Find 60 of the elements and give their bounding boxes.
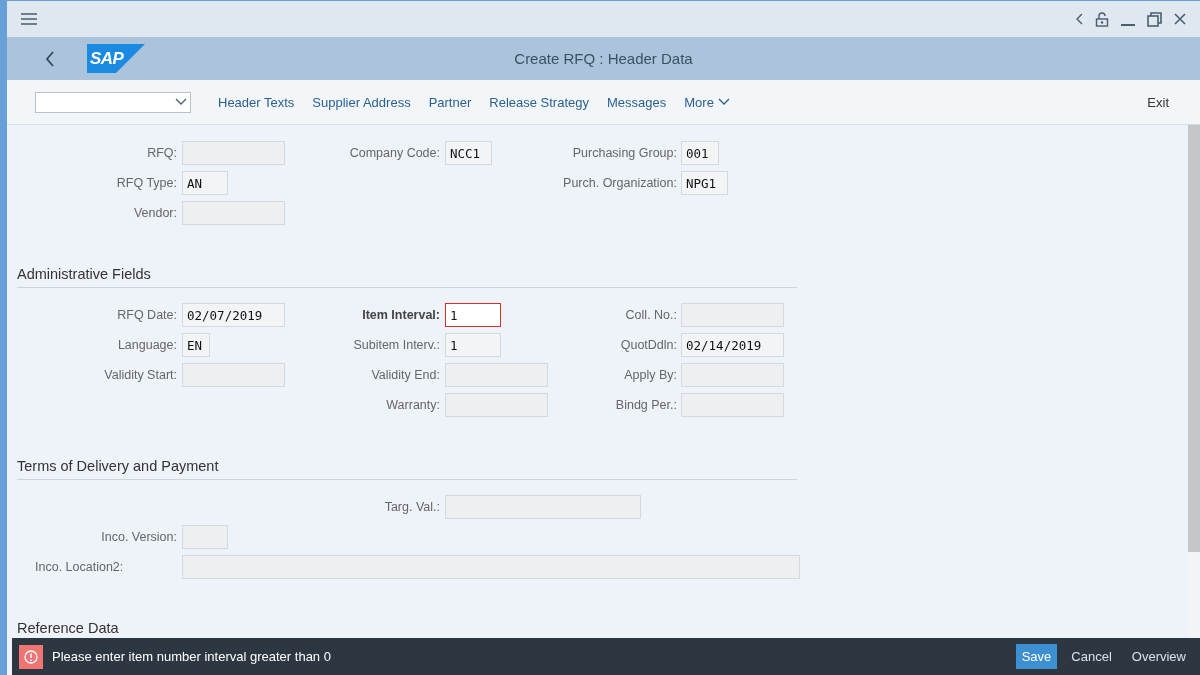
error-message: Please enter item number interval greater than 0 [52,649,331,664]
field-label: Purch. Organization: [562,176,677,190]
input-field[interactable] [182,141,285,165]
section-title: Terms of Delivery and Payment [17,458,797,480]
toolbar-link[interactable]: Partner [419,94,481,110]
field-label: Inco. Location2: [34,560,125,574]
chevron-icon [717,98,730,106]
input-field[interactable] [445,363,548,387]
toolbar-link[interactable]: Messages [598,94,676,110]
field-label: RFQ Type: [115,176,177,190]
input-field[interactable]: AN [182,171,228,195]
toolbar-link[interactable]: Supplier Address [303,94,420,110]
scrollbar[interactable] [1188,125,1200,638]
input-field[interactable]: 02/14/2019 [681,333,784,357]
field-label: Inco. Version: [100,530,177,544]
input-field[interactable] [445,495,641,519]
input-field[interactable] [182,525,228,549]
input-field[interactable]: 001 [681,141,719,165]
input-field[interactable]: EN [182,333,210,357]
toolbar-link[interactable]: Header Texts [209,94,304,110]
field-label: Language: [116,338,177,352]
input-field[interactable] [445,393,548,417]
input-field[interactable] [681,393,784,417]
footer-button[interactable]: Overview [1125,644,1192,669]
input-field[interactable]: NCC1 [445,141,492,165]
chevron-icon [175,98,187,106]
more-menu[interactable]: More [675,94,739,110]
field-label: RFQ: [146,146,177,160]
field-label: Targ. Val.: [383,500,440,514]
field-label: Coll. No.: [624,308,677,322]
logo: SAP [87,44,145,73]
field-label: Bindg Per.: [614,398,677,412]
field-label: Company Code: [348,146,440,160]
toolbar-link[interactable]: Release Strategy [480,94,598,110]
field-label: RFQ Date: [116,308,177,322]
window-title: Create RFQ : Header Data [513,50,694,67]
field-label: Warranty: [385,398,440,412]
input-field[interactable] [182,201,285,225]
field-label: Subitem Interv.: [352,338,440,352]
input-field[interactable] [681,303,784,327]
dropdown-field[interactable] [35,91,191,113]
exit-button[interactable]: Exit [1138,94,1178,110]
field-label: QuotDdln: [619,338,677,352]
field-label: Validity Start: [103,368,177,382]
input-field[interactable]: 1 [445,333,501,357]
scrollbar-thumb[interactable] [1188,125,1200,552]
field-label: Purchasing Group: [571,146,677,160]
footer-button[interactable]: Cancel [1065,644,1118,669]
error-icon [19,644,43,669]
input-field[interactable]: 02/07/2019 [182,303,285,327]
input-field[interactable] [182,363,285,387]
input-field[interactable] [182,555,800,579]
field-label: Item Interval: [361,308,440,322]
section-title: Administrative Fields [17,266,797,288]
field-label: Vendor: [132,206,177,220]
input-field[interactable]: 1 [445,303,501,327]
input-field[interactable] [681,363,784,387]
field-label: Apply By: [623,368,677,382]
input-field[interactable]: NPG1 [681,171,728,195]
field-label: Validity End: [370,368,440,382]
